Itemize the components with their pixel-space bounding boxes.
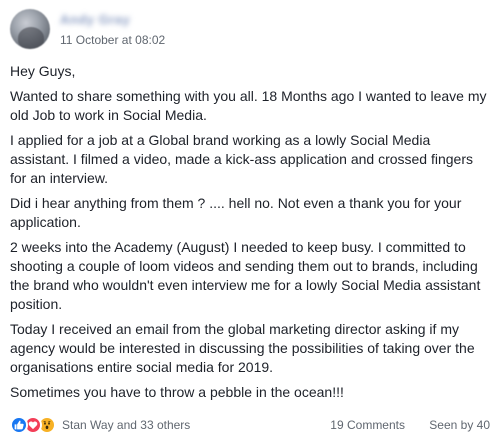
post-footer: Stan Way and 33 others 19 Comments Seen … bbox=[10, 414, 490, 436]
comments-link[interactable]: 19 Comments bbox=[330, 418, 405, 432]
post-paragraph: Sometimes you have to throw a pebble in … bbox=[10, 384, 344, 400]
post-paragraph: Did i hear anything from them ? .... hel… bbox=[10, 195, 462, 230]
post-timestamp[interactable]: 11 October at 08:02 bbox=[60, 33, 165, 47]
seen-by-link[interactable]: Seen by 40 bbox=[429, 418, 490, 432]
post-paragraph: Hey Guys, bbox=[10, 63, 76, 79]
post-body: Hey Guys, Wanted to share something with… bbox=[10, 62, 490, 408]
post-paragraph: 2 weeks into the Academy (August) I need… bbox=[10, 239, 481, 312]
reaction-icons[interactable] bbox=[10, 416, 64, 434]
author-name[interactable]: Andy Gray bbox=[60, 12, 130, 27]
post-paragraph: Today I received an email from the globa… bbox=[10, 321, 475, 375]
author-avatar[interactable] bbox=[10, 9, 50, 49]
post-paragraph: Wanted to share something with you all. … bbox=[10, 88, 487, 123]
group-post: Andy Gray 11 October at 08:02 Hey Guys, … bbox=[0, 0, 499, 445]
post-paragraph: I applied for a job at a Global brand wo… bbox=[10, 132, 474, 186]
reaction-names-link[interactable]: Stan Way and 33 others bbox=[62, 418, 190, 432]
like-icon bbox=[10, 416, 28, 434]
post-header: Andy Gray 11 October at 08:02 bbox=[10, 9, 480, 49]
